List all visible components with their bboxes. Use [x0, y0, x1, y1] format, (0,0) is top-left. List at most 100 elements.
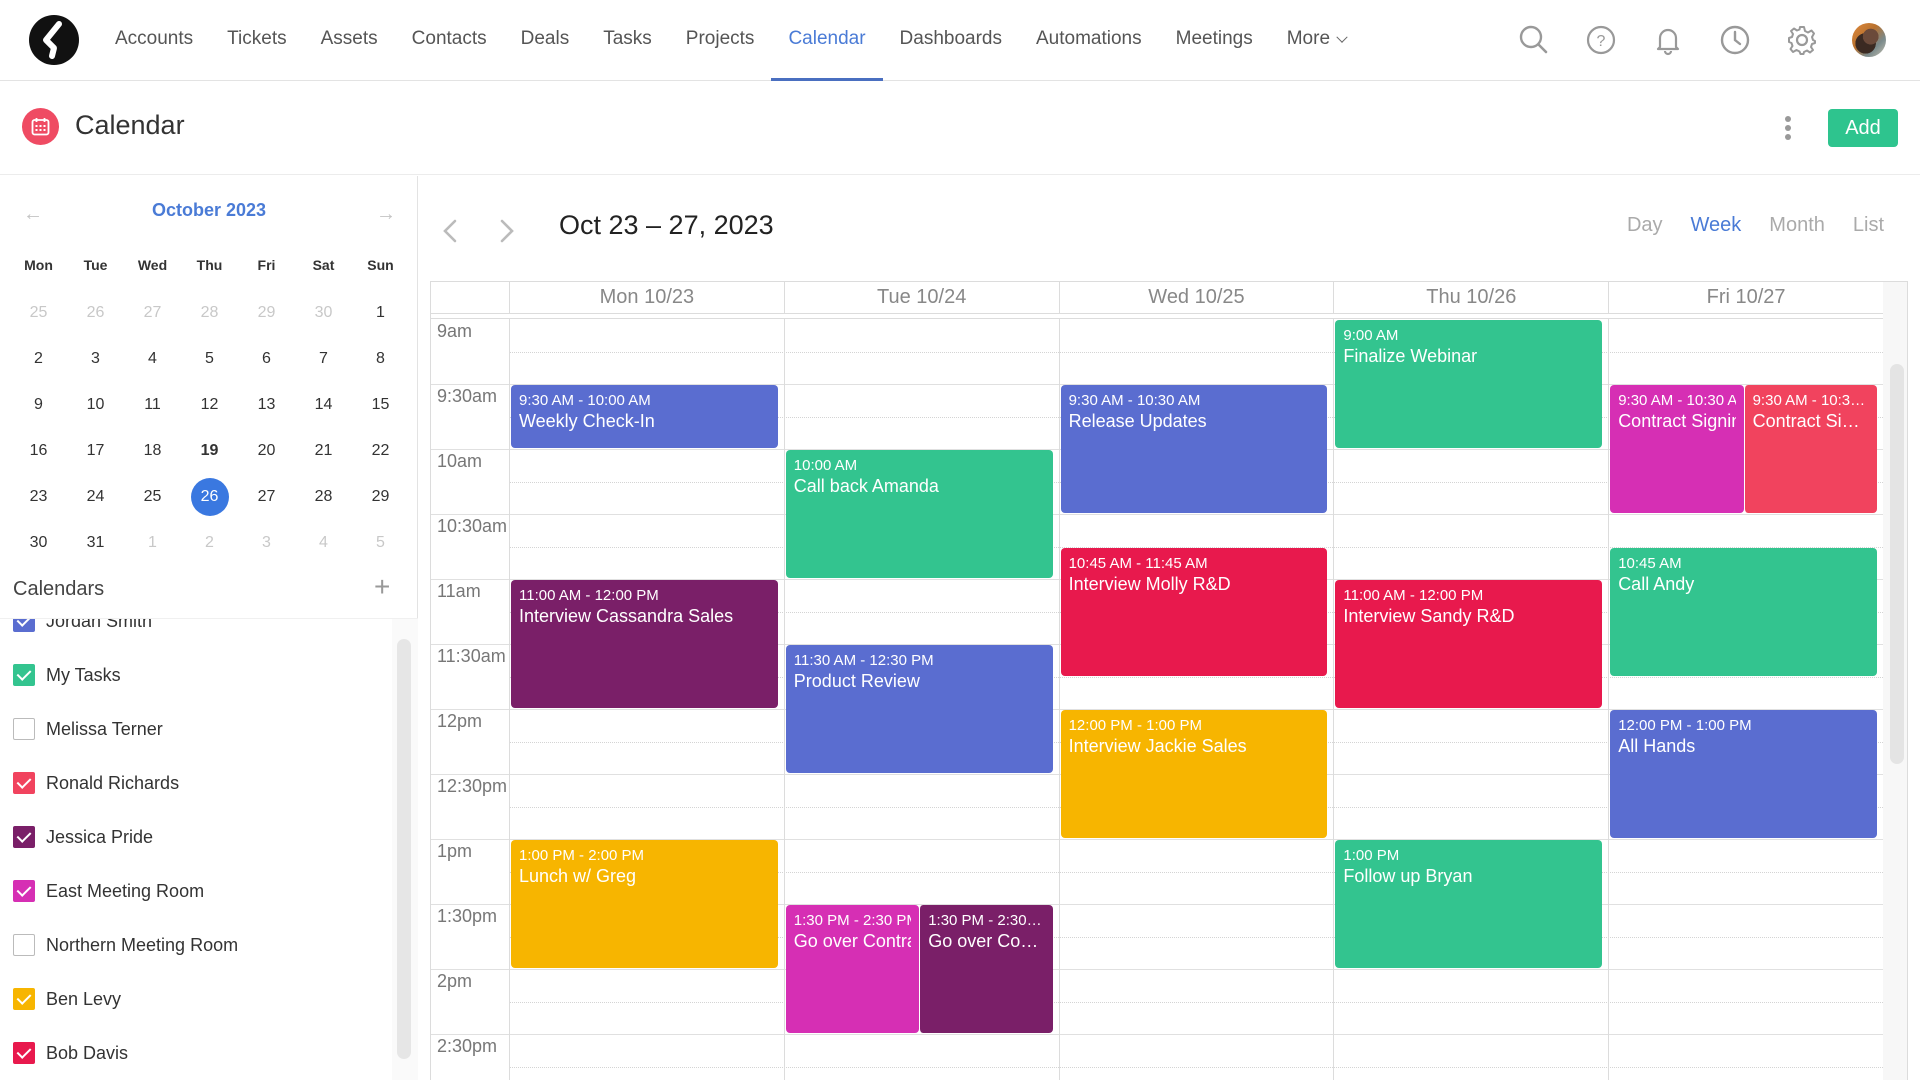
calendar-item-ben-levy[interactable]: Ben Levy [13, 984, 121, 1014]
calendar-checkbox[interactable] [13, 880, 35, 902]
calendar-event[interactable]: 1:30 PM - 2:30 PM Go over Contract [919, 905, 1053, 1033]
calendar-event[interactable]: 1:00 PM Follow up Bryan [1335, 840, 1603, 968]
mini-calendar-day[interactable]: 30 [295, 290, 352, 336]
nav-item-projects[interactable]: Projects [669, 0, 772, 80]
calendar-event[interactable]: 10:45 AM - 11:45 AM Interview Molly R&D [1060, 547, 1328, 676]
calendar-checkbox[interactable] [13, 988, 35, 1010]
calendar-event[interactable]: 9:30 AM - 10:30 AM Contract Signing [1743, 385, 1877, 513]
mini-calendar-day-selected[interactable]: 26 [181, 474, 238, 520]
view-tab-list[interactable]: List [1853, 214, 1884, 237]
calendar-item-east-meeting-room[interactable]: East Meeting Room [13, 876, 204, 906]
calendar-event[interactable]: 9:30 AM - 10:30 AM Contract Signing [1610, 385, 1744, 513]
nav-item-accounts[interactable]: Accounts [98, 0, 210, 80]
mini-calendar-day[interactable]: 5 [181, 336, 238, 382]
help-icon[interactable]: ? [1585, 24, 1617, 56]
calendar-event[interactable]: 10:45 AM Call Andy [1610, 547, 1877, 676]
mini-calendar-day[interactable]: 29 [352, 474, 409, 520]
calendar-item-my-tasks[interactable]: My Tasks [13, 660, 121, 690]
mini-calendar-day[interactable]: 9 [10, 382, 67, 428]
day-column-header[interactable]: Wed 10/25 [1058, 282, 1334, 314]
gear-icon[interactable] [1786, 24, 1818, 56]
calendar-event[interactable]: 11:00 AM - 12:00 PM Interview Cassandra S… [511, 580, 778, 708]
calendar-item-jessica-pride[interactable]: Jessica Pride [13, 822, 153, 852]
mini-calendar-day[interactable]: 15 [352, 382, 409, 428]
mini-calendar-day[interactable]: 27 [238, 474, 295, 520]
mini-calendar-day[interactable]: 25 [124, 474, 181, 520]
week-grid-scrollbar[interactable] [1890, 364, 1904, 764]
mini-calendar-day[interactable]: 12 [181, 382, 238, 428]
mini-calendar-day[interactable]: 25 [10, 290, 67, 336]
mini-calendar-day[interactable]: 14 [295, 382, 352, 428]
view-tab-month[interactable]: Month [1769, 214, 1825, 237]
add-button[interactable]: Add [1828, 109, 1898, 147]
mini-calendar-day[interactable]: 26 [67, 290, 124, 336]
calendar-checkbox[interactable] [13, 664, 35, 686]
mini-calendar-day[interactable]: 3 [67, 336, 124, 382]
calendar-item-ronald-richards[interactable]: Ronald Richards [13, 768, 179, 798]
day-column-header[interactable]: Thu 10/26 [1333, 282, 1609, 314]
calendar-list-scrollbar[interactable] [397, 639, 411, 1059]
calendar-event[interactable]: 11:00 AM - 12:00 PM Interview Sandy R&D [1335, 580, 1603, 708]
mini-calendar-day[interactable]: 21 [295, 428, 352, 474]
calendar-event[interactable]: 9:30 AM - 10:30 AM Release Updates [1060, 385, 1328, 513]
day-column-header[interactable]: Tue 10/24 [783, 282, 1059, 314]
mini-calendar-day[interactable]: 16 [10, 428, 67, 474]
calendar-event[interactable]: 1:00 PM - 2:00 PM Lunch w/ Greg [511, 840, 778, 968]
mini-calendar-day[interactable]: 13 [238, 382, 295, 428]
calendar-event[interactable]: 12:00 PM - 1:00 PM All Hands [1610, 710, 1877, 838]
mini-calendar-day[interactable]: 22 [352, 428, 409, 474]
next-month-arrow-icon[interactable]: → [376, 203, 396, 226]
mini-calendar-day[interactable]: 7 [295, 336, 352, 382]
prev-week-icon[interactable] [440, 216, 460, 246]
calendar-event[interactable]: 12:00 PM - 1:00 PM Interview Jackie Sales [1060, 710, 1328, 838]
next-week-icon[interactable] [497, 216, 517, 246]
nav-item-assets[interactable]: Assets [304, 0, 395, 80]
mini-calendar-month-title[interactable]: October 2023 [0, 200, 418, 221]
calendar-item-melissa-terner[interactable]: Melissa Terner [13, 714, 163, 744]
calendar-event[interactable]: 10:00 AM Call back Amanda [785, 450, 1053, 578]
nav-item-contacts[interactable]: Contacts [395, 0, 504, 80]
calendar-checkbox[interactable] [13, 1042, 35, 1064]
mini-calendar-day[interactable]: 17 [67, 428, 124, 474]
add-calendar-icon[interactable]: + [374, 573, 390, 601]
mini-calendar-day[interactable]: 4 [124, 336, 181, 382]
mini-calendar-day[interactable]: 28 [295, 474, 352, 520]
mini-calendar-day[interactable]: 19 [181, 428, 238, 474]
mini-calendar-day[interactable]: 10 [67, 382, 124, 428]
mini-calendar-day[interactable]: 18 [124, 428, 181, 474]
mini-calendar-day[interactable]: 6 [238, 336, 295, 382]
mini-calendar-day[interactable]: 28 [181, 290, 238, 336]
mini-calendar-day[interactable]: 27 [124, 290, 181, 336]
more-options-icon[interactable] [1781, 114, 1795, 142]
calendar-checkbox[interactable] [13, 619, 35, 632]
mini-calendar-day[interactable]: 24 [67, 474, 124, 520]
calendar-checkbox[interactable] [13, 934, 35, 956]
calendar-event[interactable]: 1:30 PM - 2:30 PM Go over Contract [785, 905, 920, 1033]
nav-item-tickets[interactable]: Tickets [210, 0, 303, 80]
calendar-item-jordan-smith[interactable]: Jordan Smith [13, 619, 152, 636]
clock-icon[interactable] [1719, 24, 1751, 56]
mini-calendar-day[interactable]: 2 [10, 336, 67, 382]
calendar-event[interactable]: 11:30 AM - 12:30 PM Product Review [785, 645, 1053, 773]
mini-calendar-day[interactable]: 20 [238, 428, 295, 474]
calendar-checkbox[interactable] [13, 718, 35, 740]
nav-item-tasks[interactable]: Tasks [586, 0, 669, 80]
mini-calendar-day[interactable]: 11 [124, 382, 181, 428]
nav-item-dashboards[interactable]: Dashboards [883, 0, 1019, 80]
calendar-event[interactable]: 9:00 AM Finalize Webinar [1335, 320, 1603, 448]
calendar-item-bob-davis[interactable]: Bob Davis [13, 1038, 128, 1068]
day-column-header[interactable]: Fri 10/27 [1608, 282, 1883, 314]
calendar-checkbox[interactable] [13, 772, 35, 794]
nav-item-more[interactable]: More [1270, 0, 1363, 80]
nav-item-calendar[interactable]: Calendar [771, 0, 883, 81]
calendar-checkbox[interactable] [13, 826, 35, 848]
day-column-header[interactable]: Mon 10/23 [509, 282, 784, 314]
calendar-event[interactable]: 9:30 AM - 10:00 AM Weekly Check-In [511, 385, 778, 448]
mini-calendar-day[interactable]: 1 [352, 290, 409, 336]
nav-item-meetings[interactable]: Meetings [1159, 0, 1270, 80]
avatar[interactable] [1852, 23, 1886, 57]
nav-item-automations[interactable]: Automations [1019, 0, 1159, 80]
app-logo[interactable] [29, 15, 79, 65]
view-tab-week[interactable]: Week [1691, 214, 1742, 237]
bell-icon[interactable] [1652, 24, 1684, 56]
